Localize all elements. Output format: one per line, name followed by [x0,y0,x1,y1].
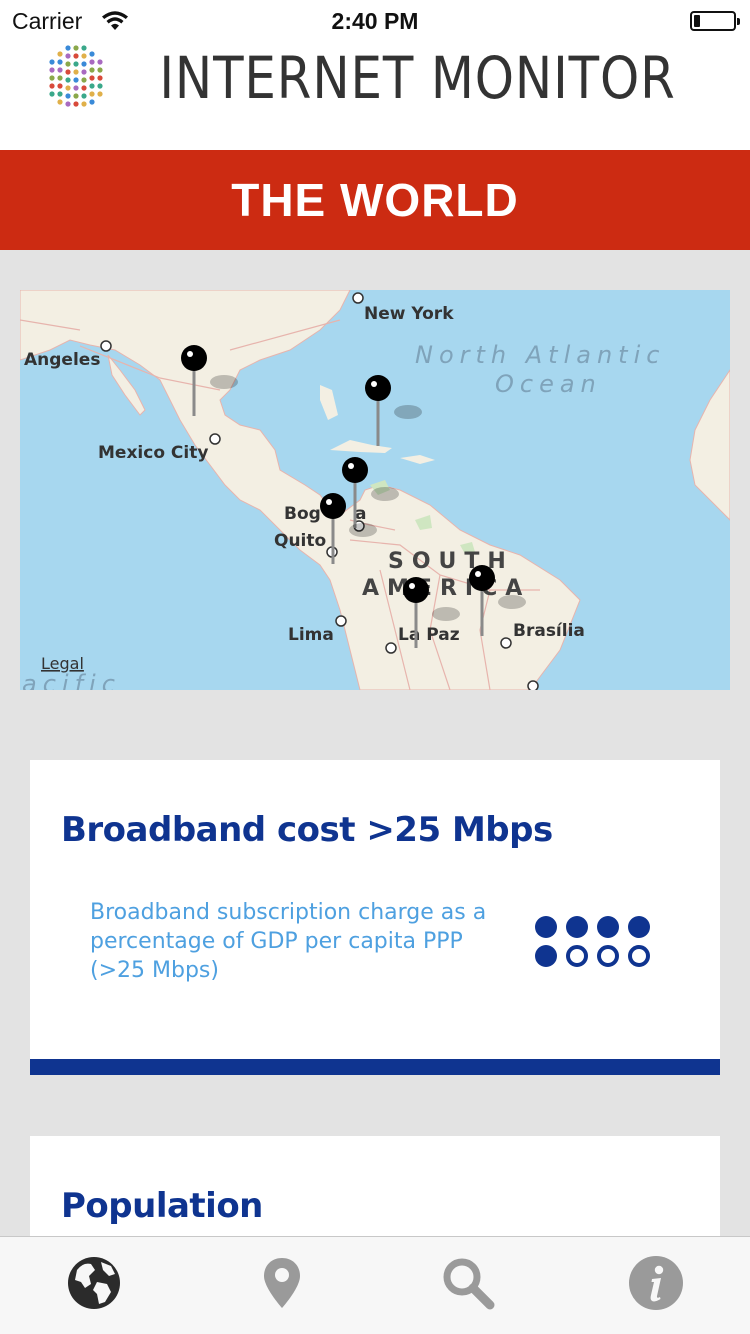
tab-world[interactable] [62,1251,126,1315]
card-accent-bar [30,1059,720,1075]
caribbean-island [330,440,392,453]
city-label-brasilia: Brasília [513,621,585,641]
ocean-label-pacific: acific [22,670,121,690]
section-title: THE WORLD [231,174,519,226]
africa-land [689,369,730,521]
rating-dot-empty [597,945,619,967]
world-map[interactable]: North Atlantic Ocean acific SOUTH AMERIC… [20,290,730,690]
card-title: Broadband cost >25 Mbps [61,810,553,850]
rating-dots [535,916,651,972]
caribbean-island-2 [400,455,435,464]
dot-grid-logo [49,45,103,107]
city-label-lima: Lima [288,625,334,645]
city-label-mexico-city: Mexico City [98,443,208,463]
search-icon [443,1258,495,1310]
app-title: INTERNET MONITOR [159,44,676,112]
region-label-line1: SOUTH [388,549,514,574]
florida [320,385,338,420]
map-canvas[interactable]: North Atlantic Ocean acific SOUTH AMERIC… [20,290,730,690]
rating-dot-empty [566,945,588,967]
rating-dot-filled [566,916,588,938]
city-label-la-paz: La Paz [398,625,460,645]
tab-countries[interactable] [250,1251,314,1315]
map-pin-icon[interactable] [365,375,422,446]
city-label-new-york: New York [364,304,454,324]
city-label-bogota: Bog [284,504,321,524]
rating-dot-empty [628,945,650,967]
rating-dot-filled [628,916,650,938]
card-title: Population [61,1186,263,1226]
tab-bar [0,1236,750,1334]
ocean-label-line1: North Atlantic [415,341,665,369]
location-pin-icon [264,1258,300,1308]
clock: 2:40 PM [331,8,419,34]
city-label-quito: Quito [274,531,326,551]
info-icon [629,1256,683,1310]
section-banner: THE WORLD [0,150,750,250]
status-bar: Carrier 2:40 PM [0,0,750,40]
battery-icon [690,11,740,31]
tab-search[interactable] [436,1251,500,1315]
card-description: Broadband subscription charge as a perce… [90,900,487,983]
tab-info[interactable] [624,1251,688,1315]
globe-icon [68,1257,120,1309]
ocean-label-line2: Ocean [495,370,602,398]
rating-dot-filled [535,945,557,967]
indicator-card[interactable]: Broadband cost >25 Mbps Broadband subscr… [30,760,720,1075]
rating-dot-filled [597,916,619,938]
city-label-los-angeles: Angeles [24,350,100,370]
app-header: INTERNET MONITOR [0,40,750,150]
city-label-bogota-suffix: a [355,504,366,524]
rating-dot-filled [535,916,557,938]
map-legal-link[interactable]: Legal [41,654,84,673]
